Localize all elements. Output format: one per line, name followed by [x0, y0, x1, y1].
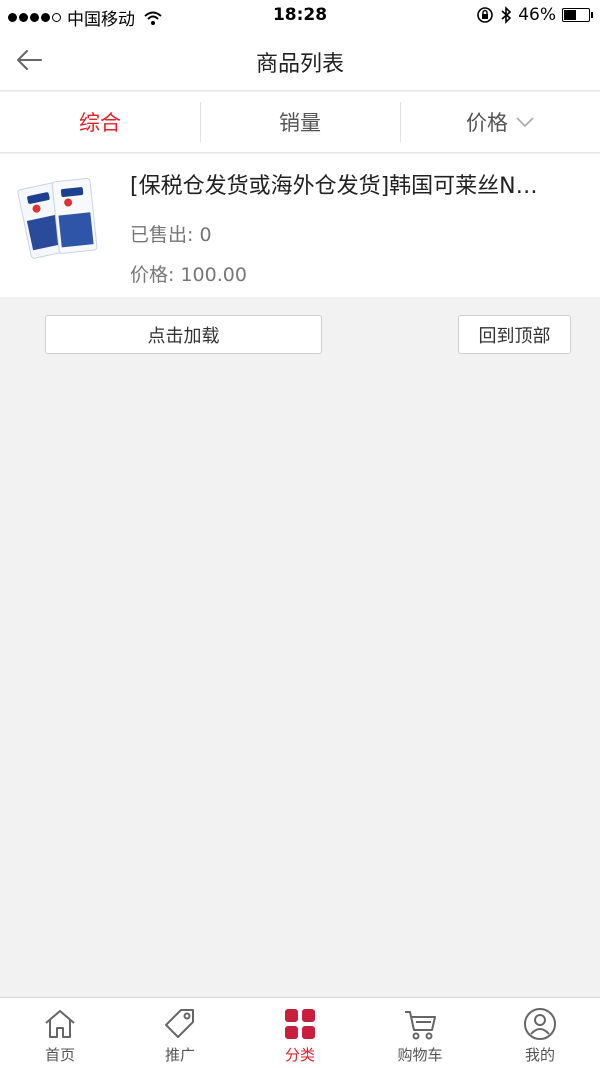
home-icon	[45, 1010, 75, 1038]
product-sold-count: 已售出: 0	[130, 224, 212, 246]
navigation-bar: 商品列表	[0, 30, 600, 91]
tab-label: 购物车	[397, 1046, 443, 1064]
sort-tab-label: 销量	[279, 111, 321, 135]
sort-tab-price[interactable]: 价格	[400, 92, 600, 152]
sort-tab-label: 价格	[466, 111, 508, 135]
battery-icon	[562, 8, 593, 22]
load-more-button[interactable]: 点击加载	[45, 315, 322, 354]
status-bar: 中国移动 18:28 46%	[0, 0, 600, 30]
sort-tab-label: 综合	[79, 111, 121, 135]
sort-bar: 综合 销量 价格	[0, 92, 600, 153]
user-icon	[524, 1008, 556, 1040]
back-to-top-button[interactable]: 回到顶部	[458, 315, 571, 354]
tab-home[interactable]: 首页	[0, 998, 120, 1068]
rotation-lock-icon	[477, 7, 494, 23]
battery-percent: 46%	[518, 5, 556, 25]
tab-promote[interactable]: 推广	[120, 998, 240, 1068]
bluetooth-icon	[501, 6, 512, 24]
chevron-down-icon	[516, 117, 534, 127]
tab-category[interactable]: 分类	[240, 998, 360, 1068]
page-title: 商品列表	[255, 52, 344, 77]
product-image	[17, 177, 98, 259]
tab-label: 我的	[524, 1046, 555, 1064]
product-list-item[interactable]: [保税仓发货或海外仓发货]韩国可莱丝N… 已售出: 0 价格: 100.00	[0, 154, 600, 297]
cart-icon	[405, 1011, 436, 1040]
bottom-tab-bar: 首页 推广 分类 购物车 我的	[0, 997, 600, 1068]
product-price: 价格: 100.00	[130, 264, 247, 286]
tab-label: 推广	[164, 1046, 195, 1064]
tab-profile[interactable]: 我的	[480, 998, 600, 1068]
status-right: 46%	[476, 5, 593, 25]
sort-tab-comprehensive[interactable]: 综合	[0, 92, 200, 152]
tab-label: 分类	[284, 1046, 315, 1064]
tab-cart[interactable]: 购物车	[360, 998, 480, 1068]
tag-icon	[165, 1009, 194, 1038]
grid-icon	[285, 1009, 315, 1039]
tab-label: 首页	[44, 1046, 75, 1064]
product-title[interactable]: [保税仓发货或海外仓发货]韩国可莱丝N…	[130, 168, 585, 200]
sort-tab-sales[interactable]: 销量	[200, 92, 400, 152]
